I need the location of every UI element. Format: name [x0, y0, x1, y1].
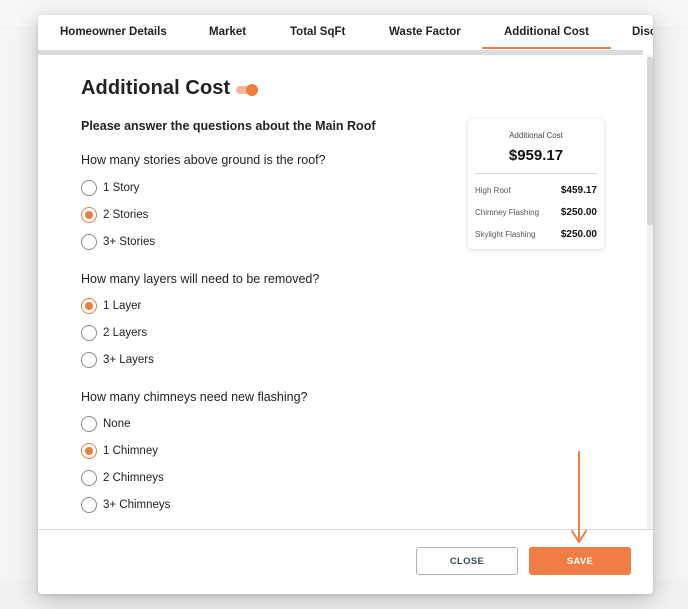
- summary-item-name: High Roof: [475, 186, 511, 195]
- summary-row-high-roof: High Roof $459.17: [475, 185, 597, 196]
- question-stories: How many stories above ground is the roo…: [81, 153, 326, 167]
- option-3plus-stories[interactable]: 3+ Stories: [81, 234, 155, 250]
- option-label: 2 Stories: [103, 209, 149, 221]
- option-no-chimney[interactable]: None: [81, 416, 131, 432]
- option-2-chimneys[interactable]: 2 Chimneys: [81, 470, 164, 486]
- summary-row-chimney-flashing: Chimney Flashing $250.00: [475, 207, 597, 218]
- option-3plus-layers[interactable]: 3+ Layers: [81, 352, 154, 368]
- option-label: 3+ Chimneys: [103, 499, 171, 511]
- summary-divider: [475, 173, 597, 174]
- radio-icon[interactable]: [81, 234, 97, 250]
- summary-item-value: $250.00: [560, 229, 597, 240]
- tab-waste-factor[interactable]: Waste Factor: [389, 15, 461, 50]
- summary-item-name: Chimney Flashing: [475, 208, 540, 217]
- summary-total: $959.17: [508, 147, 564, 164]
- question-layers: How many layers will need to be removed?: [81, 272, 320, 286]
- option-label: None: [103, 418, 131, 430]
- option-label: 3+ Layers: [103, 354, 154, 366]
- summary-item-value: $250.00: [560, 207, 597, 218]
- option-1-story[interactable]: 1 Story: [81, 180, 139, 196]
- option-1-layer[interactable]: 1 Layer: [81, 298, 141, 314]
- footer-divider: [38, 529, 653, 530]
- cost-summary-card: Additional Cost $959.17 High Roof $459.1…: [468, 119, 604, 249]
- annotation-arrow-icon: [571, 451, 587, 543]
- toggle-knob: [246, 83, 259, 96]
- tab-discount[interactable]: Disc: [632, 15, 653, 50]
- additional-cost-toggle[interactable]: [236, 83, 260, 96]
- close-button[interactable]: CLOSE: [416, 547, 518, 575]
- radio-icon[interactable]: [81, 180, 97, 196]
- radio-icon[interactable]: [81, 416, 97, 432]
- question-chimneys: How many chimneys need new flashing?: [81, 390, 308, 404]
- summary-row-skylight-flashing: Skylight Flashing $250.00: [475, 229, 597, 240]
- radio-icon[interactable]: [81, 325, 97, 341]
- summary-label: Additional Cost: [509, 131, 563, 140]
- option-label: 2 Layers: [103, 327, 148, 339]
- radio-checked-icon[interactable]: [81, 298, 97, 314]
- option-3plus-chimneys[interactable]: 3+ Chimneys: [81, 497, 170, 513]
- tab-total-sqft[interactable]: Total SqFt: [290, 15, 345, 50]
- summary-item-value: $459.17: [560, 185, 597, 196]
- additional-cost-modal: Homeowner Details Market Total SqFt Wast…: [38, 15, 653, 594]
- radio-icon[interactable]: [81, 470, 97, 486]
- radio-checked-icon[interactable]: [81, 207, 97, 223]
- option-2-stories[interactable]: 2 Stories: [81, 207, 148, 223]
- option-2-layers[interactable]: 2 Layers: [81, 325, 147, 341]
- modal-content: Additional Cost Please answer the questi…: [38, 55, 648, 529]
- option-label: 1 Layer: [103, 300, 142, 312]
- option-label: 3+ Stories: [103, 236, 156, 248]
- option-label: 2 Chimneys: [103, 472, 164, 484]
- radio-checked-icon[interactable]: [81, 443, 97, 459]
- scrollbar-thumb[interactable]: [647, 57, 653, 225]
- option-label: 1 Story: [103, 182, 140, 194]
- page-title: Additional Cost: [81, 77, 231, 99]
- tab-additional-cost[interactable]: Additional Cost: [482, 15, 611, 50]
- option-1-chimney[interactable]: 1 Chimney: [81, 443, 158, 459]
- summary-item-name: Skylight Flashing: [475, 230, 536, 239]
- section-subtitle: Please answer the questions about the Ma…: [81, 119, 376, 133]
- tab-market[interactable]: Market: [209, 15, 246, 50]
- radio-icon[interactable]: [81, 497, 97, 513]
- radio-icon[interactable]: [81, 352, 97, 368]
- tab-homeowner-details[interactable]: Homeowner Details: [60, 15, 167, 50]
- tab-bar: Homeowner Details Market Total SqFt Wast…: [38, 15, 653, 50]
- title-row: Additional Cost: [81, 77, 260, 100]
- option-label: 1 Chimney: [103, 445, 158, 457]
